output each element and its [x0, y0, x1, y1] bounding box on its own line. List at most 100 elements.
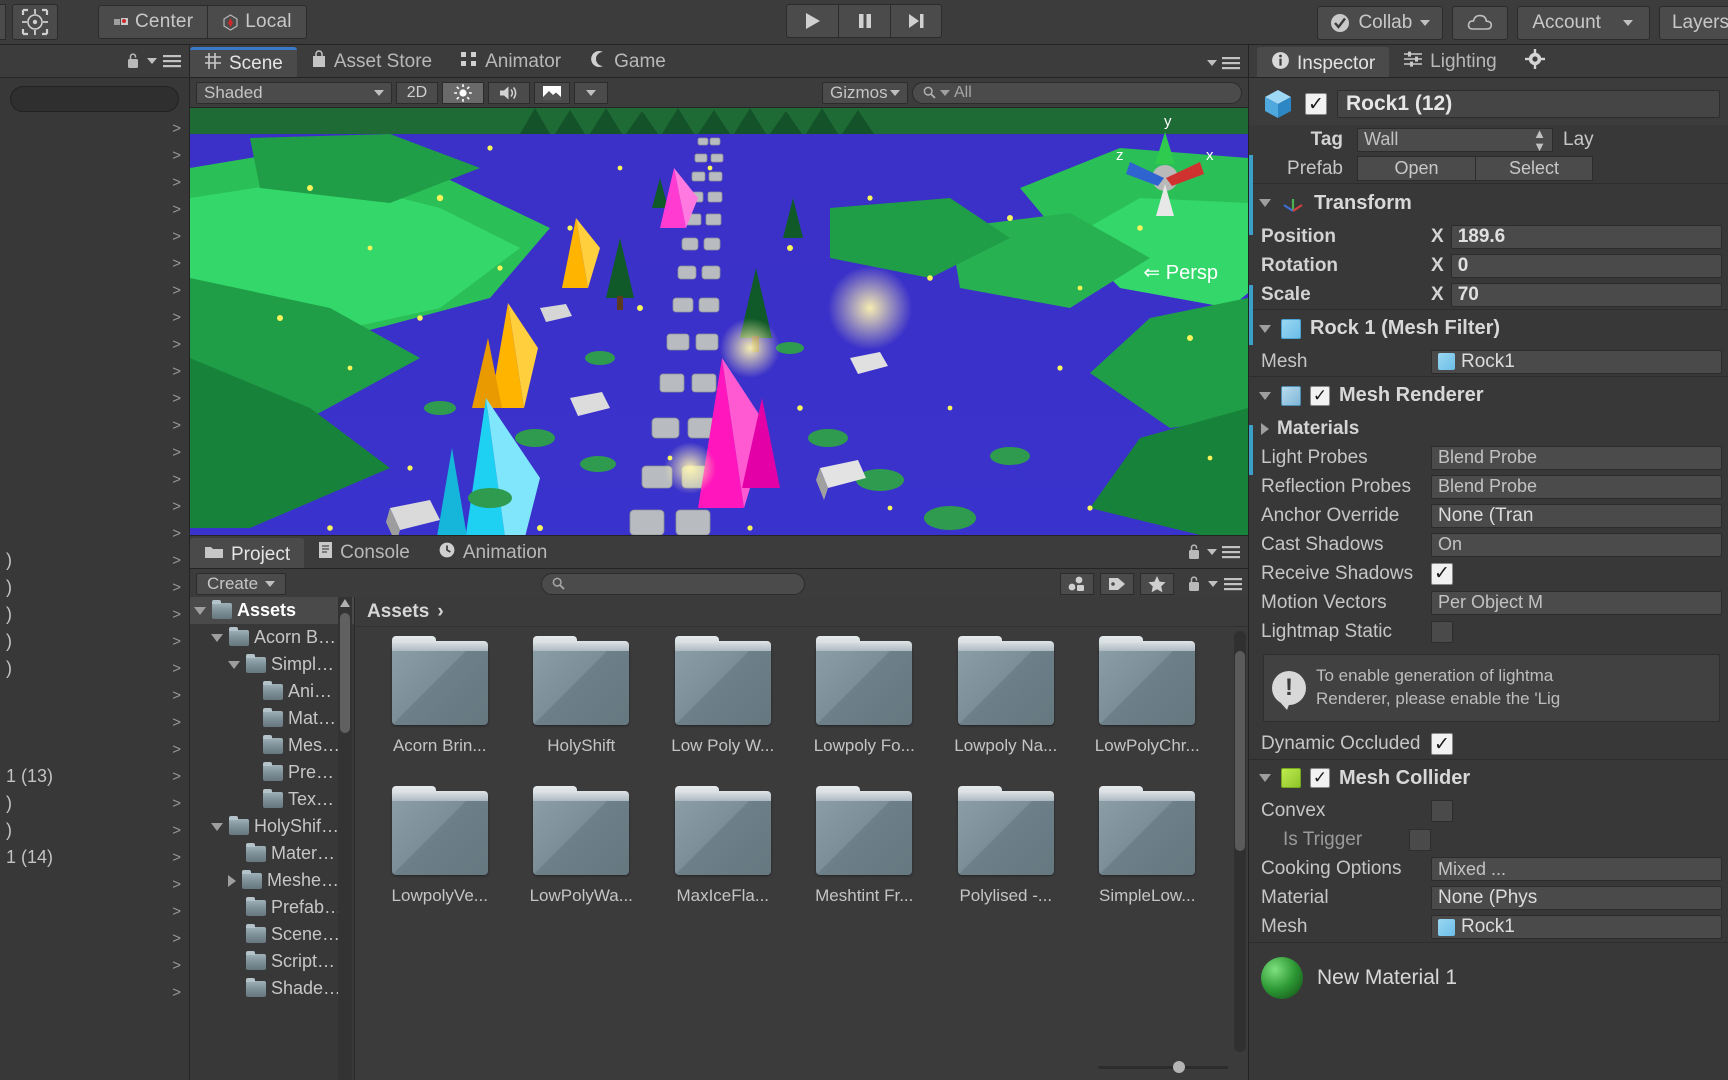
tree-scrollbar[interactable] [338, 597, 352, 1080]
expand-triangle-icon[interactable] [228, 874, 236, 887]
collapse-triangle-icon[interactable] [211, 822, 223, 831]
hierarchy-row[interactable]: > [0, 331, 189, 358]
filter-by-label-button[interactable] [1100, 572, 1134, 595]
asset-item[interactable]: Lowpoly Na... [935, 636, 1077, 795]
tab-scene[interactable]: Scene [190, 47, 297, 77]
tree-item[interactable]: Shade… [190, 975, 354, 1002]
mesh-filter-component-header[interactable]: Rock 1 (Mesh Filter) [1249, 309, 1728, 347]
hierarchy-row[interactable]: > [0, 466, 189, 493]
chevron-right-icon[interactable]: > [172, 444, 181, 461]
chevron-right-icon[interactable]: > [172, 687, 181, 704]
collapse-triangle-icon[interactable] [1259, 774, 1271, 783]
tree-scroll-thumb[interactable] [340, 613, 350, 733]
chevron-right-icon[interactable]: > [172, 174, 181, 191]
tree-item[interactable]: Simpl… [190, 651, 354, 678]
collapse-triangle-icon[interactable] [1259, 391, 1271, 400]
tab-inspector[interactable]: Inspector [1257, 47, 1390, 77]
tab-animator[interactable]: Animator [446, 47, 575, 77]
chevron-right-icon[interactable]: > [172, 822, 181, 839]
tree-item[interactable]: Mat… [190, 705, 354, 732]
hierarchy-row[interactable]: > [0, 358, 189, 385]
toggle-2d-button[interactable]: 2D [396, 81, 438, 104]
tree-item[interactable]: HolyShif… [190, 813, 354, 840]
materials-row[interactable]: Materials [1249, 414, 1728, 443]
scene-lighting-toggle[interactable] [442, 81, 484, 104]
tree-item[interactable]: Meshe… [190, 867, 354, 894]
hierarchy-row[interactable]: ) > [0, 790, 189, 817]
tab-asset-store[interactable]: Asset Store [297, 47, 446, 77]
hamburger-menu-icon[interactable] [163, 54, 181, 68]
collider-property-dropdown[interactable]: Mixed ... [1431, 857, 1722, 882]
lock-icon[interactable] [1186, 575, 1202, 593]
hamburger-menu-icon[interactable] [1222, 545, 1240, 559]
tree-item[interactable]: Mater… [190, 840, 354, 867]
tab-lighting[interactable]: Lighting [1389, 47, 1511, 77]
collapse-triangle-icon[interactable] [211, 633, 223, 642]
collab-button[interactable]: Collab [1317, 5, 1444, 40]
tree-item[interactable]: Prefab… [190, 894, 354, 921]
account-button[interactable]: Account [1517, 5, 1650, 40]
hamburger-menu-icon[interactable] [1224, 577, 1242, 591]
chevron-right-icon[interactable]: > [172, 120, 181, 137]
cloud-button[interactable] [1452, 5, 1509, 40]
prefab-open-button[interactable]: Open [1357, 156, 1475, 181]
play-button[interactable] [786, 4, 838, 38]
shading-mode-dropdown[interactable]: Shaded [196, 81, 392, 104]
chevron-right-icon[interactable]: > [172, 903, 181, 920]
chevron-right-icon[interactable]: > [172, 579, 181, 596]
lock-icon[interactable] [125, 52, 141, 70]
hierarchy-row[interactable]: > [0, 736, 189, 763]
asset-item[interactable]: LowPolyChr... [1077, 636, 1219, 795]
hierarchy-row[interactable]: > [0, 385, 189, 412]
hierarchy-row[interactable]: > [0, 169, 189, 196]
hierarchy-row[interactable]: ) > [0, 628, 189, 655]
renderer-property-checkbox[interactable] [1431, 620, 1453, 643]
hierarchy-row[interactable]: ) > [0, 601, 189, 628]
chevron-right-icon[interactable]: > [172, 390, 181, 407]
tree-item[interactable]: Scene… [190, 921, 354, 948]
object-name-field[interactable]: Rock1 (12) [1337, 90, 1720, 118]
chevron-right-icon[interactable]: > [172, 741, 181, 758]
collider-property-object-field[interactable]: Rock1 [1431, 915, 1722, 940]
move-tool-button[interactable] [12, 4, 58, 40]
favorites-button[interactable] [1140, 572, 1174, 595]
asset-item[interactable]: MaxIceFla... [652, 786, 794, 945]
hierarchy-row[interactable]: > [0, 412, 189, 439]
scene-search-input[interactable]: All [912, 81, 1242, 104]
tree-item[interactable]: Assets [190, 597, 354, 624]
scene-fx-toggle[interactable] [534, 81, 570, 104]
hierarchy-row[interactable]: > [0, 520, 189, 547]
hierarchy-row[interactable]: > [0, 925, 189, 952]
hierarchy-row[interactable]: ) > [0, 547, 189, 574]
chevron-right-icon[interactable]: > [172, 471, 181, 488]
chevron-down-icon[interactable] [1207, 60, 1217, 66]
asset-item[interactable]: HolyShift [511, 636, 653, 795]
scene-orientation-gizmo[interactable]: y x z [1100, 112, 1230, 232]
hierarchy-row[interactable]: > [0, 196, 189, 223]
chevron-right-icon[interactable]: > [172, 498, 181, 515]
pause-button[interactable] [838, 4, 890, 38]
hierarchy-row[interactable]: > [0, 493, 189, 520]
object-enabled-checkbox[interactable]: ✓ [1305, 93, 1327, 115]
mesh-renderer-enabled-checkbox[interactable]: ✓ [1310, 385, 1330, 406]
breadcrumb-root[interactable]: Assets [367, 601, 429, 623]
hierarchy-row[interactable]: ) > [0, 574, 189, 601]
mesh-collider-component-header[interactable]: ✓ Mesh Collider [1249, 758, 1728, 797]
chevron-right-icon[interactable]: > [172, 552, 181, 569]
chevron-right-icon[interactable]: > [172, 201, 181, 218]
collapse-triangle-icon[interactable] [1259, 199, 1271, 207]
asset-item[interactable]: Meshtint Fr... [794, 786, 936, 945]
hamburger-menu-icon[interactable] [1222, 56, 1240, 70]
mesh-collider-enabled-checkbox[interactable]: ✓ [1310, 768, 1330, 789]
asset-item[interactable]: Polylised -... [935, 786, 1077, 945]
lock-icon[interactable] [1186, 543, 1202, 561]
tab-project[interactable]: Project [190, 538, 305, 568]
chevron-right-icon[interactable]: > [172, 282, 181, 299]
hierarchy-row[interactable]: ) > [0, 817, 189, 844]
step-button[interactable] [890, 4, 942, 38]
hierarchy-row[interactable]: 1 (14) > [0, 844, 189, 871]
chevron-right-icon[interactable]: > [172, 363, 181, 380]
chevron-right-icon[interactable]: > [172, 876, 181, 893]
scene-audio-toggle[interactable] [488, 81, 530, 104]
hierarchy-row[interactable]: > [0, 952, 189, 979]
